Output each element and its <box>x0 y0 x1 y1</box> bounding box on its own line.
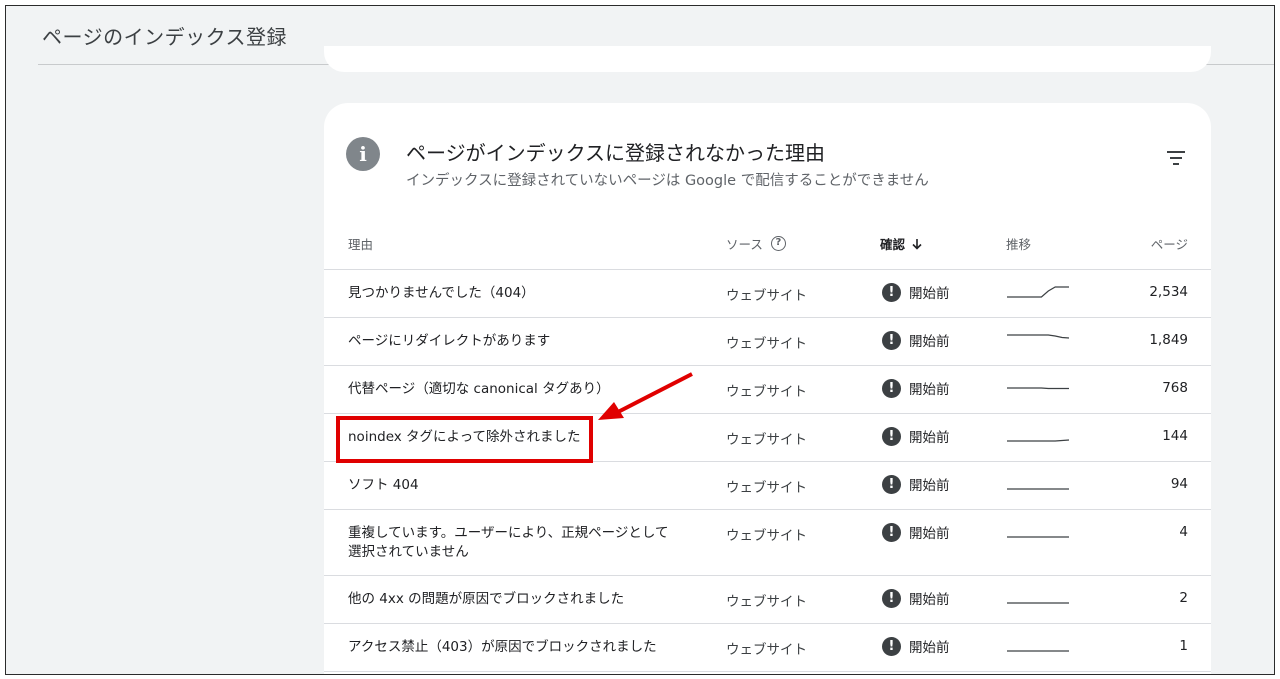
exclamation-icon: ! <box>882 330 901 350</box>
row-source: ウェブサイト <box>726 480 807 496</box>
row-status: ! 開始前 <box>882 378 950 398</box>
row-pages: 94 <box>1170 476 1188 492</box>
trend-sparkline <box>1007 536 1069 538</box>
row-status-label: 開始前 <box>909 478 950 494</box>
table-row[interactable]: 見つかりませんでした（404） ウェブサイト! 開始前 2,534 <box>324 270 1211 318</box>
row-reason: noindex タグによって除外されました <box>348 429 581 445</box>
exclamation-icon: ! <box>882 378 901 398</box>
card-title: ページがインデックスに登録されなかった理由 <box>406 141 825 165</box>
row-reason: アクセス禁止（403）が原因でブロックされました <box>348 639 657 655</box>
row-pages: 144 <box>1162 428 1188 444</box>
sparkline-path <box>1007 334 1070 339</box>
row-status-label: 開始前 <box>909 526 950 542</box>
row-pages: 768 <box>1162 380 1188 396</box>
row-pages: 2 <box>1179 590 1188 606</box>
row-reason: 見つかりませんでした（404） <box>348 285 535 301</box>
header-status-label: 確認 <box>880 237 906 252</box>
header-reason: 理由 <box>348 237 374 252</box>
exclamation-icon: ! <box>882 282 901 302</box>
row-status: ! 開始前 <box>882 522 950 542</box>
row-status: ! 開始前 <box>882 330 950 350</box>
previous-card <box>324 46 1211 72</box>
trend-sparkline <box>1007 439 1070 442</box>
row-pages: 1 <box>1179 638 1188 654</box>
row-status: ! 開始前 <box>882 636 950 656</box>
row-status: ! 開始前 <box>882 474 950 494</box>
table-row[interactable]: noindex タグによって除外されました ウェブサイト! 開始前 144 <box>324 414 1211 462</box>
arrow-down-icon <box>912 238 922 250</box>
trend-sparkline <box>1007 650 1069 652</box>
info-icon: i <box>346 137 380 171</box>
exclamation-icon: ! <box>882 588 901 608</box>
table-row[interactable]: 代替ページ（適切な canonical タグあり） ウェブサイト! 開始前 768 <box>324 366 1211 414</box>
row-status-label: 開始前 <box>909 640 950 656</box>
table-row[interactable]: 他の 4xx の問題が原因でブロックされました ウェブサイト! 開始前 2 <box>324 576 1211 624</box>
table-body: 見つかりませんでした（404） ウェブサイト! 開始前 2,534 ページにリダイレクト… <box>324 270 1211 672</box>
row-source: ウェブサイト <box>726 336 807 352</box>
exclamation-icon: ! <box>882 636 901 656</box>
sparkline-path <box>1007 286 1069 298</box>
row-reason: ページにリダイレクトがあります <box>348 333 551 349</box>
help-icon[interactable]: ? <box>770 236 786 251</box>
header-trend: 推移 <box>1006 237 1032 252</box>
row-reason: 他の 4xx の問題が原因でブロックされました <box>348 591 625 607</box>
row-source: ウェブサイト <box>726 432 807 448</box>
header-source: ソース ? <box>726 234 786 253</box>
row-pages: 4 <box>1179 524 1188 540</box>
row-source: ウェブサイト <box>726 288 807 304</box>
row-status-label: 開始前 <box>909 286 950 302</box>
row-reason: 重複しています。ユーザーにより、正規ページとして選択されていません <box>348 525 669 560</box>
row-reason: 代替ページ（適切な canonical タグあり） <box>348 381 610 397</box>
row-status-label: 開始前 <box>909 430 950 446</box>
row-source: ウェブサイト <box>726 594 807 610</box>
row-source: ウェブサイト <box>726 384 807 400</box>
row-status-label: 開始前 <box>909 334 950 350</box>
row-pages: 1,849 <box>1149 332 1188 348</box>
table-row[interactable]: ソフト 404 ウェブサイト! 開始前 94 <box>324 462 1211 510</box>
row-pages: 2,534 <box>1149 284 1188 300</box>
exclamation-icon: ! <box>882 426 901 446</box>
table-row[interactable]: アクセス禁止（403）が原因でブロックされました ウェブサイト! 開始前 1 <box>324 624 1211 672</box>
screenshot-frame: ページのインデックス登録 i ページがインデックスに登録されなかった理由 インデ… <box>5 5 1275 675</box>
exclamation-icon: ! <box>882 522 901 542</box>
row-source: ウェブサイト <box>726 528 807 544</box>
row-status: ! 開始前 <box>882 426 950 446</box>
row-status: ! 開始前 <box>882 588 950 608</box>
header-status-sort[interactable]: 確認 <box>880 234 923 253</box>
row-status: ! 開始前 <box>882 282 950 302</box>
header-source-label: ソース <box>726 237 763 252</box>
table-row[interactable]: ページにリダイレクトがあります ウェブサイト! 開始前 1,849 <box>324 318 1211 366</box>
trend-sparkline <box>1007 387 1069 390</box>
sparkline-path <box>1007 387 1069 390</box>
row-status-label: 開始前 <box>909 382 950 398</box>
table-header: 理由 ソース ? 確認 推移 ページ <box>324 215 1211 270</box>
row-status-label: 開始前 <box>909 592 950 608</box>
exclamation-icon: ! <box>882 474 901 494</box>
card-subtitle: インデックスに登録されていないページは Google で配信することができません <box>406 173 929 189</box>
trend-sparkline <box>1007 334 1070 339</box>
trend-sparkline <box>1007 488 1069 490</box>
filter-icon[interactable] <box>1164 151 1188 171</box>
table-row[interactable]: 重複しています。ユーザーにより、正規ページとして選択されていません ウェブサイト!… <box>324 510 1211 576</box>
not-indexed-reasons-card: i ページがインデックスに登録されなかった理由 インデックスに登録されていないペ… <box>324 103 1211 674</box>
row-source: ウェブサイト <box>726 642 807 658</box>
sparkline-path <box>1007 439 1070 442</box>
page-title: ページのインデックス登録 <box>42 25 287 49</box>
trend-sparkline <box>1007 286 1069 298</box>
row-reason: ソフト 404 <box>348 477 419 493</box>
header-pages: ページ <box>1150 237 1188 252</box>
trend-sparkline <box>1007 602 1069 604</box>
